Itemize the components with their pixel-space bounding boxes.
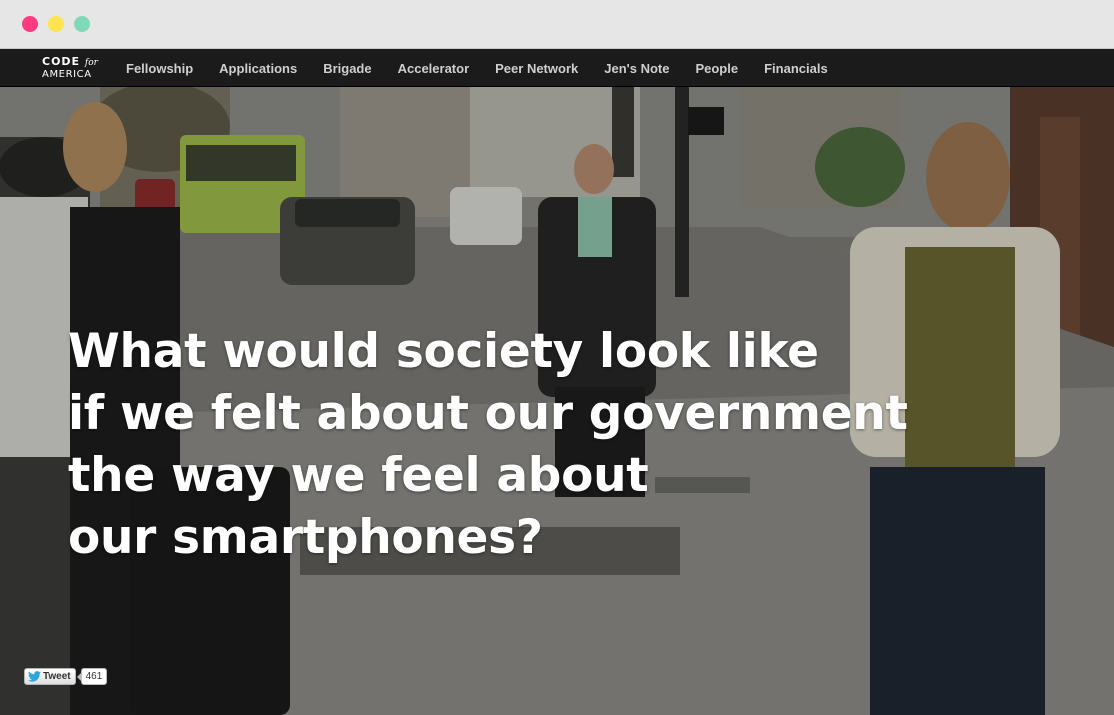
minimize-window-button[interactable] bbox=[48, 16, 64, 32]
nav-item-applications[interactable]: Applications bbox=[219, 61, 297, 76]
tweet-count: 461 bbox=[76, 668, 108, 685]
headline-line-1: What would society look like bbox=[68, 324, 819, 379]
site-navbar: CODE for AMERICA Fellowship Applications… bbox=[0, 49, 1114, 87]
headline-line-2: if we felt about our government bbox=[68, 386, 908, 441]
maximize-window-button[interactable] bbox=[74, 16, 90, 32]
hero-section: What would society look like if we felt … bbox=[0, 87, 1114, 715]
logo-line1: CODE for bbox=[42, 55, 98, 68]
nav-item-accelerator[interactable]: Accelerator bbox=[398, 61, 470, 76]
nav-item-people[interactable]: People bbox=[695, 61, 738, 76]
tweet-label: Tweet bbox=[43, 671, 71, 682]
nav-item-jens-note[interactable]: Jen's Note bbox=[604, 61, 669, 76]
hero-headline: What would society look like if we felt … bbox=[68, 321, 928, 569]
nav-item-brigade[interactable]: Brigade bbox=[323, 61, 371, 76]
headline-line-4: our smartphones? bbox=[68, 510, 543, 565]
twitter-bird-icon bbox=[28, 671, 41, 682]
tweet-button[interactable]: Tweet bbox=[24, 668, 76, 685]
tweet-widget: Tweet 461 bbox=[24, 668, 108, 685]
nav-menu: Fellowship Applications Brigade Accelera… bbox=[126, 49, 854, 87]
browser-chrome bbox=[0, 0, 1114, 49]
close-window-button[interactable] bbox=[22, 16, 38, 32]
code-for-america-logo[interactable]: CODE for AMERICA bbox=[42, 56, 102, 82]
nav-item-financials[interactable]: Financials bbox=[764, 61, 828, 76]
headline-line-3: the way we feel about bbox=[68, 448, 649, 503]
nav-item-fellowship[interactable]: Fellowship bbox=[126, 61, 193, 76]
nav-item-peer-network[interactable]: Peer Network bbox=[495, 61, 578, 76]
logo-line2: AMERICA bbox=[42, 69, 92, 80]
